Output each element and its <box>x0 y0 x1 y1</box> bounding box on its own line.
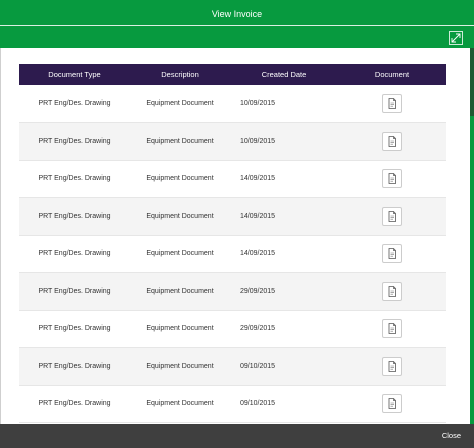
expand-icon[interactable] <box>449 31 463 45</box>
cell-created-date: 14/09/2015 <box>240 175 276 183</box>
view-document-button[interactable] <box>382 206 402 226</box>
view-document-button[interactable] <box>382 394 402 414</box>
cell-document-type: PRT Eng/Des. Drawing <box>38 175 111 183</box>
documents-table: Document Type Description Created Date D… <box>19 64 446 423</box>
column-header-document: Document <box>338 64 446 85</box>
cell-description: Equipment Document <box>146 287 214 295</box>
cell-description: Equipment Document <box>146 400 214 408</box>
header-divider <box>0 25 474 26</box>
table-row: PRT Eng/Des. Drawing Equipment Document … <box>19 197 446 236</box>
cell-document-type: PRT Eng/Des. Drawing <box>38 325 111 333</box>
cell-document <box>338 310 446 348</box>
view-document-button[interactable] <box>382 244 402 264</box>
modal-header: View Invoice <box>0 0 474 48</box>
table-row: PRT Eng/Des. Drawing Equipment Document … <box>19 272 446 311</box>
document-icon <box>388 323 396 335</box>
view-document-button[interactable] <box>382 169 402 189</box>
cell-created-date: 09/10/2015 <box>240 362 276 370</box>
cell-document <box>338 235 446 273</box>
modal-footer: Close <box>0 424 474 448</box>
table-row: PRT Eng/Des. Drawing Equipment Document … <box>19 235 446 273</box>
cell-description: Equipment Document <box>146 100 214 107</box>
cell-description: Equipment Document <box>146 137 214 145</box>
document-icon <box>388 360 396 372</box>
cell-document <box>338 385 446 423</box>
document-icon <box>388 248 396 260</box>
table-header-row: Document Type Description Created Date D… <box>19 64 446 85</box>
cell-description: Equipment Document <box>146 325 214 333</box>
cell-created-date: 10/09/2015 <box>240 137 276 145</box>
table-row: PRT Eng/Des. Drawing Equipment Document … <box>19 122 446 161</box>
cell-description: Equipment Document <box>146 362 214 370</box>
documents-table-container: Document Type Description Created Date D… <box>19 64 446 423</box>
cell-document-type: PRT Eng/Des. Drawing <box>38 137 111 145</box>
cell-document-type: PRT Eng/Des. Drawing <box>38 400 111 408</box>
table-row: PRT Eng/Des. Drawing Equipment Document … <box>19 310 446 348</box>
cell-description: Equipment Document <box>146 175 214 183</box>
table-row: PRT Eng/Des. Drawing Equipment Document … <box>19 385 446 423</box>
column-header-document-type: Document Type <box>19 64 130 85</box>
column-header-created-date: Created Date <box>230 64 338 85</box>
document-icon <box>388 210 396 222</box>
cell-document-type: PRT Eng/Des. Drawing <box>38 100 111 107</box>
cell-created-date: 10/09/2015 <box>240 100 276 107</box>
cell-document-type: PRT Eng/Des. Drawing <box>38 250 111 258</box>
cell-document <box>338 85 446 123</box>
cell-created-date: 29/09/2015 <box>240 287 276 295</box>
cell-document <box>338 160 446 198</box>
cell-document <box>338 198 446 236</box>
document-icon <box>388 98 396 109</box>
table-row: PRT Eng/Des. Drawing Equipment Document … <box>19 85 446 123</box>
cell-document <box>338 348 446 386</box>
document-icon <box>388 135 396 147</box>
document-icon <box>388 398 396 410</box>
close-button[interactable]: Close <box>442 424 461 448</box>
document-icon <box>388 285 396 297</box>
modal-left-border <box>0 48 1 424</box>
cell-document-type: PRT Eng/Des. Drawing <box>38 362 111 370</box>
cell-document-type: PRT Eng/Des. Drawing <box>38 212 111 220</box>
cell-created-date: 29/09/2015 <box>240 325 276 333</box>
cell-document-type: PRT Eng/Des. Drawing <box>38 287 111 295</box>
view-document-button[interactable] <box>382 131 402 151</box>
cell-description: Equipment Document <box>146 212 214 220</box>
table-row: PRT Eng/Des. Drawing Equipment Document … <box>19 347 446 386</box>
cell-created-date: 14/09/2015 <box>240 212 276 220</box>
cell-description: Equipment Document <box>146 250 214 258</box>
cell-document <box>338 273 446 311</box>
modal-title: View Invoice <box>211 9 263 19</box>
view-document-button[interactable] <box>382 281 402 301</box>
view-document-button[interactable] <box>382 356 402 376</box>
view-document-button[interactable] <box>382 94 402 113</box>
column-header-description: Description <box>130 64 230 85</box>
cell-created-date: 14/09/2015 <box>240 250 276 258</box>
table-row: PRT Eng/Des. Drawing Equipment Document … <box>19 160 446 198</box>
cell-document <box>338 123 446 161</box>
cell-created-date: 09/10/2015 <box>240 400 276 408</box>
view-document-button[interactable] <box>382 319 402 339</box>
document-icon <box>388 173 396 185</box>
modal-right-border-shade <box>470 48 474 116</box>
